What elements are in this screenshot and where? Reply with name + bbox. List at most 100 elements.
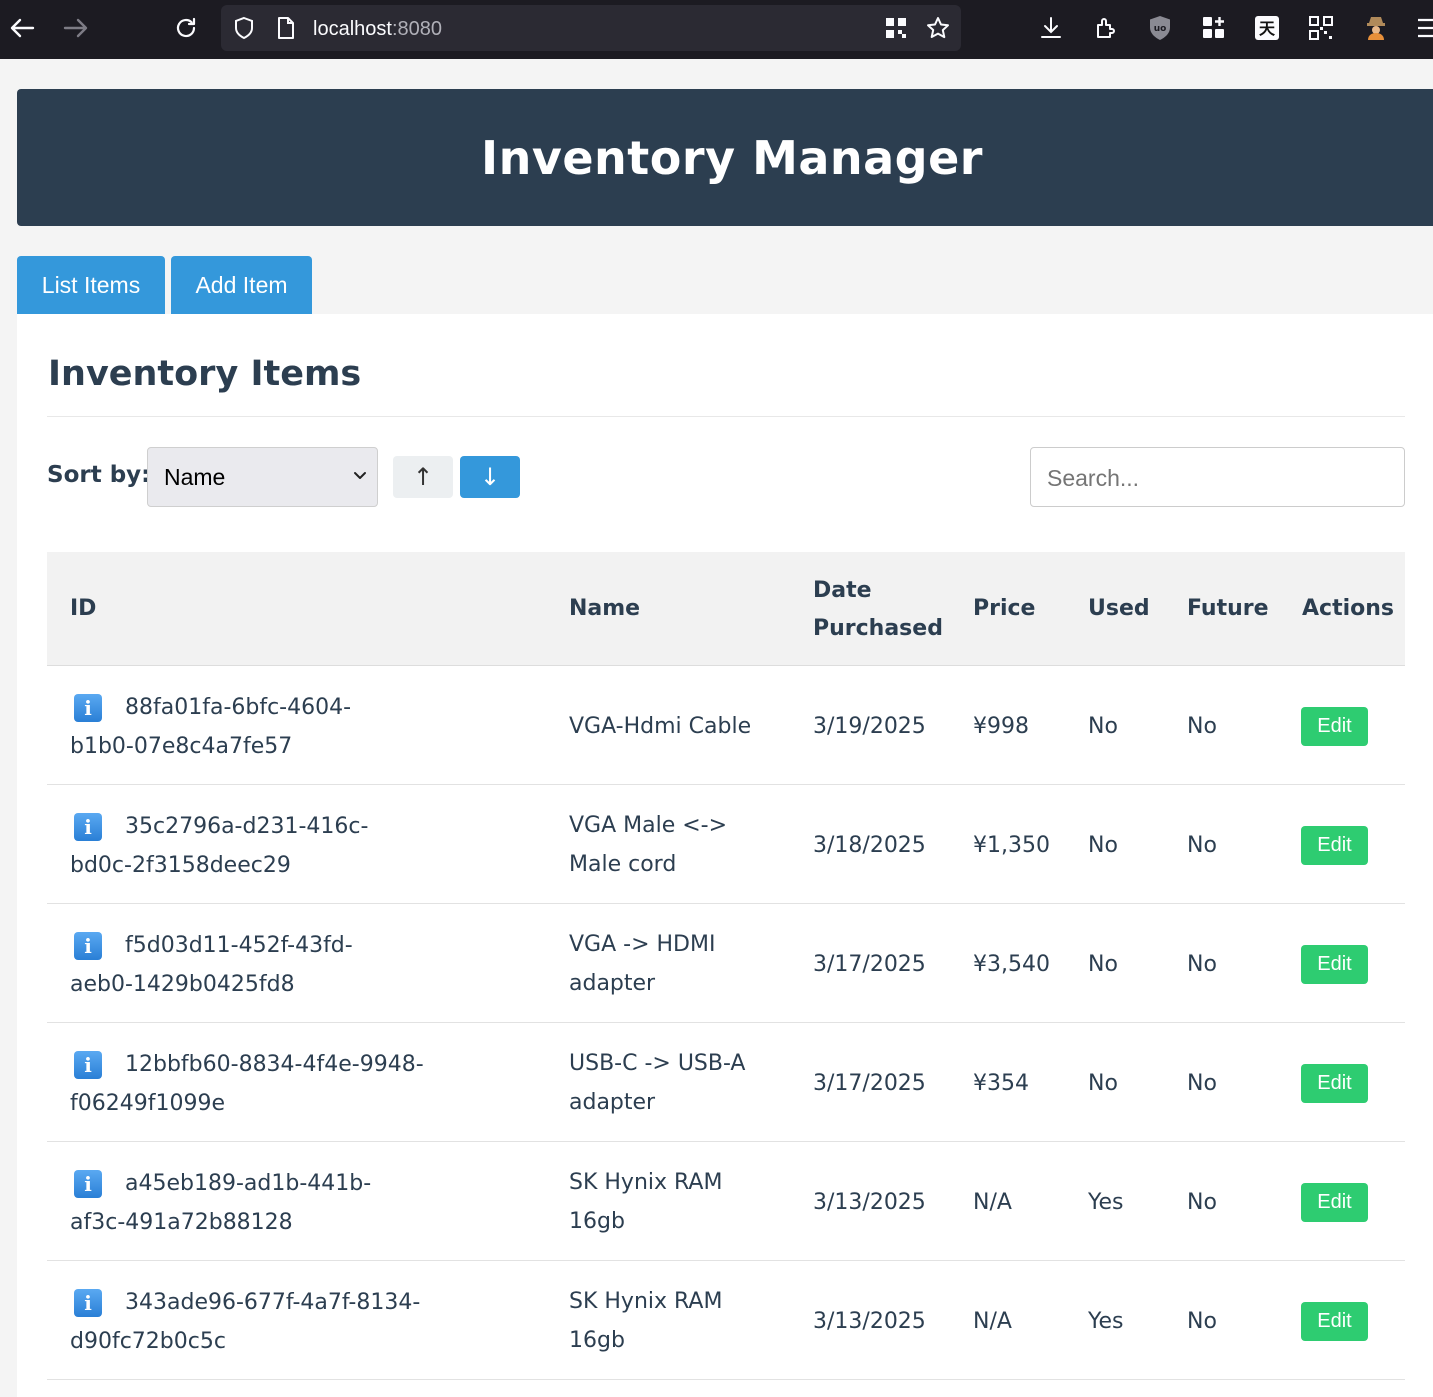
table-row: i 88fa01fa-6bfc-4604- b1b0-07e8c4a7fe57 VGA… [47,666,1405,785]
spy-agent-icon[interactable] [1364,15,1388,45]
url-bar[interactable]: localhost:8080 [221,5,961,51]
qr-grid-icon[interactable] [885,17,907,43]
column-header-name[interactable]: Name [569,590,640,628]
search-input[interactable]: Search... [1030,447,1405,507]
info-icon[interactable]: i [74,1051,102,1079]
tab-list-items[interactable]: List Items [17,256,165,314]
item-name-line1: USB-C -> USB-A [569,1051,746,1076]
sort-label: Sort by: [47,462,151,488]
item-date: 3/17/2025 [813,1071,926,1096]
item-id-line2: af3c-491a72b88128 [70,1210,293,1235]
edit-button[interactable]: Edit [1301,1302,1368,1341]
item-id-line1: a45eb189-ad1b-441b- [125,1171,372,1196]
shield-icon[interactable] [233,16,255,44]
browser-toolbar: localhost:8080 uo 天 [0,0,1433,59]
item-price: N/A [973,1309,1012,1334]
item-name: USB-C -> USB-A adapter [569,1044,745,1122]
item-name: VGA Male <-> Male cord [569,806,727,884]
menu-icon[interactable] [1418,18,1433,42]
grid-plus-icon[interactable] [1202,16,1226,44]
sort-descending-button[interactable]: ↓ [460,456,520,498]
tab-add-item[interactable]: Add Item [171,256,312,314]
item-name-line1: VGA Male <-> [569,813,728,838]
item-id-line2: bd0c-2f3158deec29 [70,853,291,878]
table-header: ID Name Date Purchased Price Used Future… [47,552,1405,666]
column-header-future[interactable]: Future [1187,590,1269,628]
back-arrow-icon[interactable] [4,10,40,46]
search-placeholder: Search... [1047,465,1140,491]
table-row: i 343ade96-677f-4a7f-8134- d90fc72b0c5c SK … [47,1261,1405,1380]
item-used: Yes [1088,1309,1124,1334]
extensions-puzzle-icon[interactable] [1094,16,1118,44]
app-header: Inventory Manager [17,89,1433,226]
item-name: VGA-Hdmi Cable [569,707,751,746]
item-name-line1: SK Hynix RAM [569,1170,723,1195]
info-icon[interactable]: i [74,1170,102,1198]
item-id-line2: b1b0-07e8c4a7fe57 [70,734,293,759]
item-used: No [1088,833,1118,858]
item-id-line1: 88fa01fa-6bfc-4604- [125,695,352,720]
column-header-used[interactable]: Used [1088,590,1150,628]
download-icon[interactable] [1039,16,1063,44]
table-row: i 35c2796a-d231-416c-bd0c-2f3158deec29 VGA… [47,785,1405,904]
column-header-date-line2: Purchased [813,616,943,641]
item-used: Yes [1088,1190,1124,1215]
qr-code-icon[interactable] [1309,16,1333,44]
item-name-line2: 16gb [569,1209,625,1234]
section-title: Inventory Items [48,354,362,394]
item-id-line2: aeb0-1429b0425fd8 [70,972,295,997]
info-icon[interactable]: i [74,1289,102,1317]
item-future: No [1187,1071,1217,1096]
item-id-line1: f5d03d11-452f-43fd- [125,933,353,958]
item-future: No [1187,1309,1217,1334]
info-icon[interactable]: i [74,694,102,722]
item-id-line1: 343ade96-677f-4a7f-8134- [125,1290,421,1315]
item-used: No [1088,714,1118,739]
item-date: 3/19/2025 [813,714,926,739]
inventory-panel: Inventory Items Sort by: Name ↑ ↓ Search… [17,314,1433,1397]
item-price: ¥998 [973,714,1029,739]
item-name-line1: VGA-Hdmi Cable [569,714,752,739]
item-price: ¥3,540 [973,952,1050,977]
sort-select-value: Name [164,464,226,490]
svg-text:uo: uo [1154,24,1167,34]
edit-button[interactable]: Edit [1301,826,1368,865]
item-name-line2: adapter [569,1090,656,1115]
item-date: 3/13/2025 [813,1309,926,1334]
app-title: Inventory Manager [481,130,983,185]
item-id-line1: 12bbfb60-8834-4f4e-9948- [125,1052,424,1077]
info-icon[interactable]: i [74,813,102,841]
item-used: No [1088,1071,1118,1096]
url-text: localhost:8080 [313,18,442,40]
table-row: i a45eb189-ad1b-441b-af3c-491a72b88128 SK … [47,1142,1405,1261]
item-used: No [1088,952,1118,977]
title-divider [47,416,1405,417]
item-id-line2: f06249f1099e [70,1091,225,1116]
column-header-date[interactable]: Date Purchased [813,572,943,648]
edit-button[interactable]: Edit [1301,945,1368,984]
sort-select[interactable]: Name [147,447,378,507]
item-date: 3/17/2025 [813,952,926,977]
edit-button[interactable]: Edit [1301,707,1368,746]
page-icon [276,16,296,44]
item-name: SK Hynix RAM 16gb [569,1163,722,1241]
chevron-down-icon [353,468,367,488]
reload-icon[interactable] [168,10,204,46]
edit-button[interactable]: Edit [1301,1064,1368,1103]
table-row: i 12bbfb60-8834-4f4e-9948- f06249f1099e USB… [47,1023,1405,1142]
forward-arrow-icon[interactable] [58,10,94,46]
ublock-shield-icon[interactable]: uo [1148,15,1172,45]
edit-button[interactable]: Edit [1301,1183,1368,1222]
table-row: i f5d03d11-452f-43fd-aeb0-1429b0425fd8 VGA… [47,904,1405,1023]
column-header-id[interactable]: ID [70,590,96,628]
info-icon[interactable]: i [74,932,102,960]
sort-ascending-button[interactable]: ↑ [393,456,453,498]
item-date: 3/18/2025 [813,833,926,858]
item-id-line2: d90fc72b0c5c [70,1329,226,1354]
column-header-date-line1: Date [813,578,872,603]
item-name-line2: Male cord [569,852,677,877]
item-name-line1: SK Hynix RAM [569,1289,723,1314]
column-header-price[interactable]: Price [973,590,1035,628]
translate-icon[interactable]: 天 [1255,16,1279,44]
bookmark-star-icon[interactable] [926,16,950,44]
